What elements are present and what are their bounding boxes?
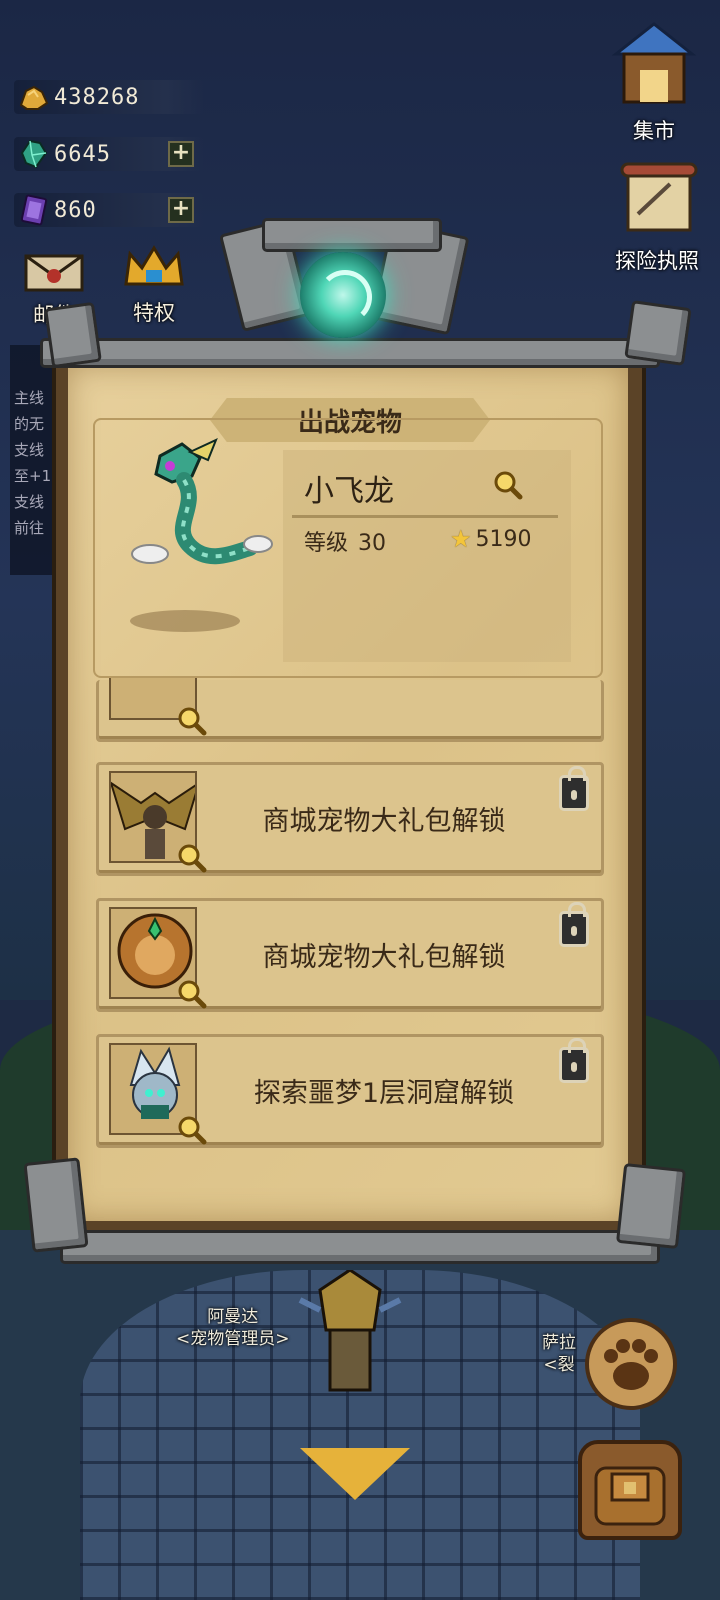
stone-corner-br — [615, 1162, 687, 1250]
backpack-icon — [594, 1466, 666, 1526]
market-label: 集市 — [633, 119, 675, 143]
gold-ore-icon — [14, 80, 54, 114]
gold-currency-bar: 438268 — [14, 80, 204, 114]
pet-slot-2[interactable]: 商城宠物大礼包解锁 — [96, 898, 604, 1012]
pet-slot-1[interactable]: 商城宠物大礼包解锁 — [96, 762, 604, 876]
little-dragon-icon — [131, 438, 273, 565]
adventure-license-label: 探险执照 — [615, 249, 699, 273]
stone-corner-bl — [23, 1157, 89, 1253]
paw-icon — [604, 1339, 658, 1390]
gem-amount: 6645 — [54, 141, 111, 167]
add-gems-button[interactable]: + — [168, 141, 194, 167]
mail-envelope-icon — [24, 252, 84, 299]
slot-unlock-text: 商城宠物大礼包解锁 — [262, 942, 506, 973]
pet-name: 小飞龙 — [304, 474, 394, 509]
pet-slot-partial[interactable] — [96, 678, 604, 742]
add-cards-button[interactable]: + — [168, 197, 194, 223]
level-label: 等级 — [304, 531, 349, 556]
pet-paw-button[interactable] — [585, 1318, 677, 1410]
npc-name: 萨拉 — [542, 1333, 576, 1353]
privilege-label: 特权 — [133, 301, 175, 325]
info-divider — [292, 515, 558, 518]
market-shop-icon — [606, 14, 702, 115]
backpack-button[interactable] — [578, 1440, 682, 1540]
lock-icon — [559, 1038, 589, 1083]
stone-bottom-bar — [60, 1230, 660, 1264]
magnifier-icon[interactable] — [177, 843, 207, 873]
hero-character-icon[interactable] — [290, 1268, 410, 1414]
lock-icon — [559, 902, 589, 947]
scroll-license-icon — [612, 160, 702, 245]
npc-amanda-label[interactable]: 阿曼达 <宠物管理员> — [176, 1306, 290, 1350]
pet-power: ★ 5190 — [450, 525, 532, 553]
privilege-button[interactable]: 特权 — [122, 244, 186, 327]
crown-icon — [122, 244, 186, 297]
gem-currency-bar: 6645 + — [14, 137, 204, 171]
stone-corner-tl — [44, 301, 102, 369]
magnifier-icon[interactable] — [493, 470, 523, 500]
slot-unlock-text: 探索噩梦1层洞窟解锁 — [253, 1078, 515, 1109]
npc-title: <宠物管理员> — [176, 1329, 290, 1349]
stone-top-bar — [40, 338, 660, 368]
npc-title: <裂 — [543, 1355, 575, 1375]
pet-level: 等级 30 — [304, 525, 386, 557]
gold-amount: 438268 — [54, 84, 140, 110]
level-value: 30 — [358, 531, 387, 556]
stone-lintel — [262, 218, 442, 252]
magnifier-icon[interactable] — [177, 979, 207, 1009]
lock-icon — [559, 766, 589, 811]
star-icon: ★ — [450, 525, 472, 553]
stone-corner-tr — [624, 300, 692, 366]
power-value: 5190 — [475, 526, 532, 552]
green-crystal-icon — [14, 137, 54, 171]
pet-slot-3[interactable]: 探索噩梦1层洞窟解锁 — [96, 1034, 604, 1148]
adventure-license-button[interactable]: 探险执照 — [612, 160, 702, 275]
purple-card-icon — [14, 193, 54, 227]
swirl-portal-icon — [300, 252, 386, 338]
slot-unlock-text: 商城宠物大礼包解锁 — [262, 806, 506, 837]
pet-ground-shadow — [130, 610, 240, 632]
npc-name: 阿曼达 — [207, 1307, 259, 1327]
magnifier-icon[interactable] — [177, 706, 207, 736]
npc-right-label[interactable]: 萨拉 <裂 — [542, 1332, 576, 1376]
featured-pet-portrait[interactable] — [120, 430, 280, 660]
card-amount: 860 — [54, 197, 97, 223]
market-button[interactable]: 集市 — [606, 14, 702, 145]
card-currency-bar: 860 + — [14, 193, 204, 227]
magnifier-icon[interactable] — [177, 1115, 207, 1145]
